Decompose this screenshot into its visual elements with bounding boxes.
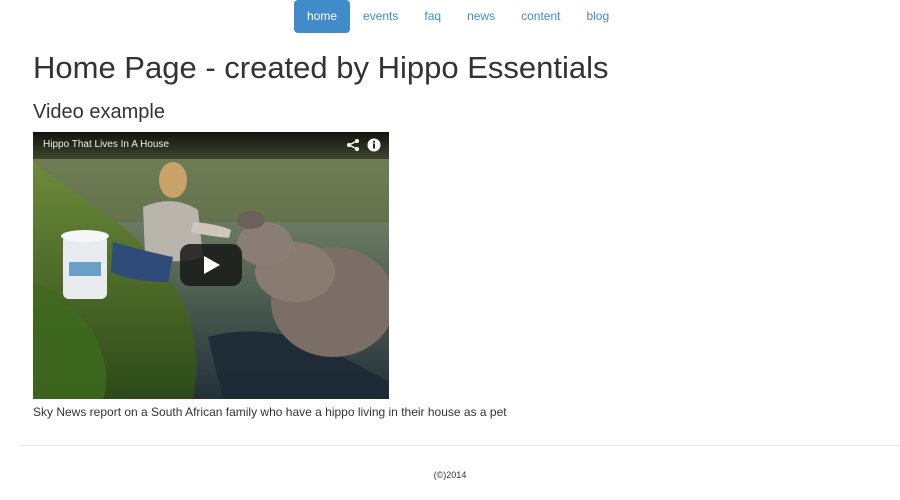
- footer-divider: [19, 445, 900, 446]
- nav-item-blog[interactable]: blog: [573, 0, 622, 33]
- page-title: Home Page - created by Hippo Essentials: [33, 50, 609, 85]
- play-icon: [204, 256, 220, 274]
- info-icon[interactable]: [367, 138, 381, 152]
- main-nav: home events faq news content blog: [294, 0, 622, 33]
- video-player[interactable]: Hippo That Lives In A House: [33, 132, 389, 399]
- share-icon[interactable]: [346, 138, 360, 152]
- nav-item-faq[interactable]: faq: [411, 0, 454, 33]
- nav-item-content[interactable]: content: [508, 0, 573, 33]
- section-title: Video example: [33, 101, 165, 123]
- play-button[interactable]: [180, 244, 242, 286]
- nav-item-home[interactable]: home: [294, 0, 351, 33]
- nav-item-news[interactable]: news: [454, 0, 508, 33]
- footer-copyright: (©)2014: [433, 470, 467, 480]
- nav-item-events[interactable]: events: [350, 0, 411, 33]
- video-title[interactable]: Hippo That Lives In A House: [43, 139, 169, 150]
- video-caption: Sky News report on a South African famil…: [33, 405, 507, 419]
- video-title-bar: Hippo That Lives In A House: [33, 132, 389, 159]
